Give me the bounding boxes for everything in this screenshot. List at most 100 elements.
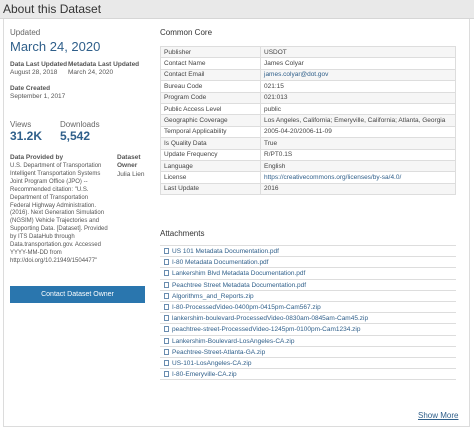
metadata-key: Publisher — [160, 45, 261, 59]
metadata-link[interactable]: https://creativecommons.org/licenses/by-… — [264, 174, 401, 181]
data-last-updated-label: Data Last Updated — [10, 61, 68, 68]
file-icon — [164, 281, 169, 288]
date-created-label: Date Created — [10, 85, 51, 92]
metadata-link[interactable]: james.colyar@dot.gov — [264, 71, 328, 78]
metadata-value: 2016 — [260, 182, 456, 196]
attachment-link[interactable]: I-80 Metadata Documentation.pdf — [172, 259, 268, 266]
metadata-row: Contact Email james.colyar@dot.gov — [160, 68, 456, 82]
metadata-key: Language — [160, 159, 261, 173]
attachment-item[interactable]: Peachtree Street Metadata Documentation.… — [160, 280, 456, 291]
dataset-owner-name: Julia Lien — [117, 171, 145, 178]
metadata-row: Update Frequency R/PT0.1S — [160, 148, 456, 161]
attachment-link[interactable]: I-80-ProcessedVideo-0400pm-0415pm-Cam567… — [172, 304, 321, 311]
metadata-row: Geographic Coverage Los Angeles, Californ… — [160, 114, 456, 127]
downloads-label: Downloads — [60, 120, 100, 129]
views-count: 31.2K — [10, 129, 43, 143]
views-label: Views — [10, 120, 32, 129]
metadata-value: R/PT0.1S — [260, 148, 456, 161]
metadata-last-updated-value: March 24, 2020 — [68, 69, 114, 76]
attachment-item[interactable]: Lankershim-Boulevard-LosAngeles-CA.zip — [160, 336, 456, 347]
metadata-row: Public Access Level public — [160, 102, 456, 116]
metadata-value: True — [260, 137, 456, 150]
common-core-table: Publisher USDOT Contact Name James Colyar Co… — [160, 45, 456, 196]
file-icon — [164, 303, 169, 310]
file-icon — [164, 270, 169, 277]
metadata-row: Publisher USDOT — [160, 45, 456, 59]
attachment-item[interactable]: Algorithms_and_Reports.zip — [160, 291, 456, 302]
file-icon — [164, 371, 169, 378]
metadata-value: Los Angeles, California; Emeryville, Cal… — [260, 114, 456, 127]
metadata-key: Contact Name — [160, 57, 261, 70]
attachment-link[interactable]: peachtree-street-ProcessedVideo-1245pm-0… — [172, 326, 360, 333]
page-title: About this Dataset — [3, 2, 102, 16]
metadata-row: Last Update 2016 — [160, 182, 456, 196]
metadata-key: Contact Email — [160, 68, 261, 82]
metadata-value: public — [260, 102, 456, 116]
metadata-value: https://creativecommons.org/licenses/by-… — [260, 171, 456, 184]
dataset-owner-label: Dataset Owner — [117, 154, 141, 169]
attachment-link[interactable]: Lankershim Blvd Metadata Documentation.p… — [172, 270, 305, 277]
attachment-link[interactable]: I-80-Emeryville-CA.zip — [172, 371, 237, 378]
common-core-title: Common Core — [160, 28, 213, 37]
metadata-key: License — [160, 171, 261, 184]
metadata-value: 021:013 — [260, 91, 456, 104]
metadata-key: Update Frequency — [160, 148, 261, 161]
metadata-row: Contact Name James Colyar — [160, 57, 456, 70]
metadata-row: Is Quality Data True — [160, 137, 456, 150]
attachment-link[interactable]: Algorithms_and_Reports.zip — [172, 293, 254, 300]
attachment-item[interactable]: US 101 Metadata Documentation.pdf — [160, 246, 456, 258]
metadata-key: Geographic Coverage — [160, 114, 261, 127]
attachment-link[interactable]: US-101-LosAngeles-CA.zip — [172, 360, 251, 367]
file-icon — [164, 248, 169, 254]
attachment-link[interactable]: Peachtree-Street-Atlanta-GA.zip — [172, 349, 265, 356]
file-icon — [164, 348, 169, 355]
show-more-link[interactable]: Show More — [418, 411, 458, 420]
file-icon — [164, 326, 169, 333]
attachments-list: US 101 Metadata Documentation.pdf I-80 Me… — [160, 245, 456, 381]
metadata-key: Temporal Applicability — [160, 125, 261, 139]
attachment-link[interactable]: US 101 Metadata Documentation.pdf — [172, 248, 279, 255]
metadata-value: USDOT — [260, 45, 456, 59]
attachment-item[interactable]: I-80-Emeryville-CA.zip — [160, 369, 456, 381]
attachment-item[interactable]: I-80 Metadata Documentation.pdf — [160, 257, 456, 269]
attachment-link[interactable]: Peachtree Street Metadata Documentation.… — [172, 282, 306, 289]
file-icon — [164, 359, 169, 366]
updated-date: March 24, 2020 — [10, 39, 101, 54]
file-icon — [164, 292, 169, 299]
metadata-row: Program Code 021:013 — [160, 91, 456, 104]
header-bar: About this Dataset — [0, 0, 474, 19]
attachment-link[interactable]: Lankershim-Boulevard-LosAngeles-CA.zip — [172, 338, 294, 345]
attachment-item[interactable]: US-101-LosAngeles-CA.zip — [160, 358, 456, 370]
attachment-link[interactable]: lankershim-boulevard-ProcessedVideo-0830… — [172, 315, 368, 322]
metadata-key: Is Quality Data — [160, 137, 261, 150]
metadata-row: Temporal Applicability 2005-04-20/2006-11… — [160, 125, 456, 139]
file-icon — [164, 337, 169, 344]
metadata-value: 021:15 — [260, 80, 456, 93]
metadata-row: Language English — [160, 159, 456, 173]
attachment-item[interactable]: Peachtree-Street-Atlanta-GA.zip — [160, 347, 456, 358]
metadata-row: Bureau Code 021:15 — [160, 80, 456, 93]
downloads-count: 5,542 — [60, 129, 91, 143]
metadata-key: Bureau Code — [160, 80, 261, 93]
date-created-value: September 1, 2017 — [10, 93, 66, 100]
attachment-item[interactable]: lankershim-boulevard-ProcessedVideo-0830… — [160, 313, 456, 325]
attachments-title: Attachments — [160, 229, 205, 238]
file-icon — [164, 259, 169, 266]
data-last-updated-value: August 28, 2018 — [10, 69, 58, 76]
file-icon — [164, 315, 169, 322]
metadata-key: Program Code — [160, 91, 261, 104]
metadata-key: Public Access Level — [160, 102, 261, 116]
metadata-key: Last Update — [160, 182, 261, 196]
attachment-item[interactable]: peachtree-street-ProcessedVideo-1245pm-0… — [160, 324, 456, 336]
metadata-value: English — [260, 159, 456, 173]
provided-by-text: U.S. Department of Transportation Intell… — [10, 163, 108, 264]
metadata-value: 2005-04-20/2006-11-09 — [260, 125, 456, 139]
attachment-item[interactable]: Lankershim Blvd Metadata Documentation.p… — [160, 268, 456, 280]
metadata-value: james.colyar@dot.gov — [260, 68, 456, 82]
updated-label: Updated — [10, 28, 41, 37]
attachment-item[interactable]: I-80-ProcessedVideo-0400pm-0415pm-Cam567… — [160, 302, 456, 314]
provided-by-label: Data Provided by — [10, 154, 64, 161]
contact-dataset-owner-button[interactable]: Contact Dataset Owner — [10, 286, 145, 303]
metadata-value: James Colyar — [260, 57, 456, 70]
metadata-last-updated-label: Metadata Last Updated — [68, 61, 140, 68]
